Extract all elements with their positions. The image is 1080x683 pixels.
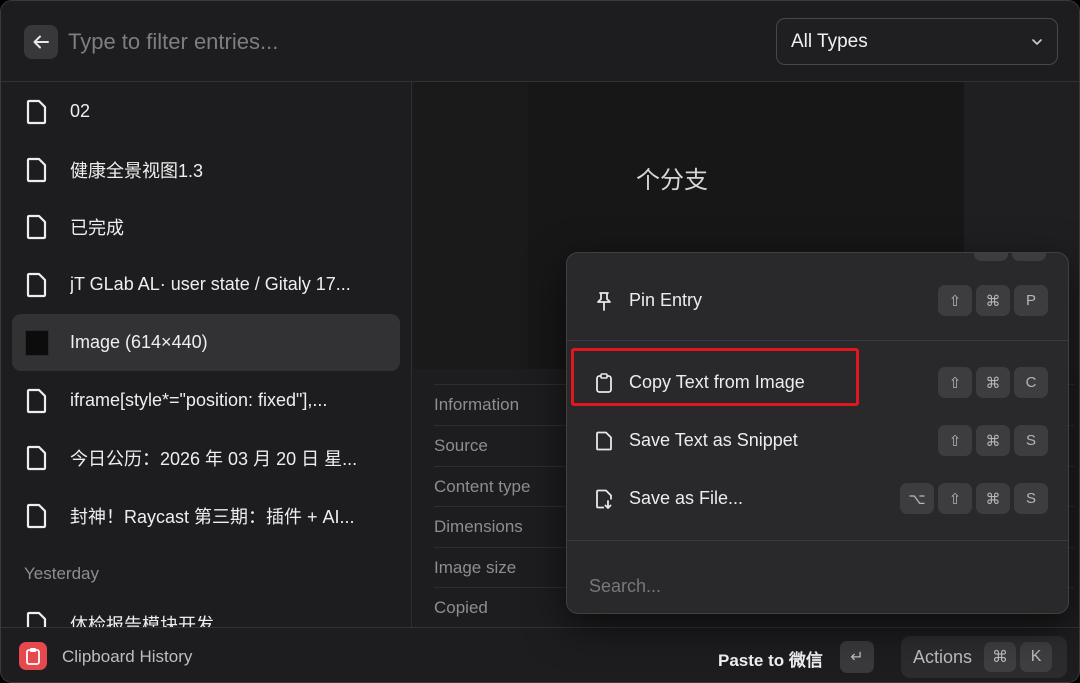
info-key: Copied [434,598,488,617]
letter-key: S [1014,425,1048,456]
list-item-title: iframe[style*="position: fixed"],... [70,390,328,410]
list-item[interactable]: 已完成 [12,198,400,255]
menu-divider [567,340,1068,341]
image-thumbnail-icon [24,329,50,357]
list-item-title: 02 [70,101,91,121]
filter-input[interactable] [68,23,668,61]
chevron-down-icon [1032,38,1042,45]
list-item[interactable]: 02 [12,83,400,140]
preview-text: 个分支 [636,167,708,194]
list-item[interactable]: 今日公历：2026 年 03 月 20 日 星... [12,429,400,486]
list-item[interactable]: 封神！Raycast 第三期：插件 + AI... [12,487,400,544]
list-item[interactable]: jT GLab AL· user state / Gitaly 17... [12,256,400,313]
pin-icon [593,289,615,313]
file-download-icon [593,487,615,511]
shortcut: ⇧ ⌘ S [938,425,1048,456]
document-icon [24,271,50,299]
shift-key: ⇧ [938,425,972,456]
list-item-title: 健康全景视图1.3 [70,160,204,181]
document-icon [24,98,50,126]
list-item-title: 已完成 [70,217,124,238]
list-item-title: 封神！Raycast 第三期：插件 + AI... [70,506,355,527]
list-item[interactable]: 健康全景视图1.3 [12,141,400,198]
document-icon [24,502,50,530]
command-key: ⌘ [976,285,1010,316]
app-name: Clipboard History [62,647,193,666]
info-key: Dimensions [434,517,523,536]
menu-top-hint [974,253,1046,261]
letter-key: P [1014,285,1048,316]
enter-key-icon: ↵ [840,641,874,673]
document-icon [593,429,615,453]
list-item-title: Image (614×440) [70,332,208,352]
list-item-selected[interactable]: Image (614×440) [12,314,400,371]
info-header: Information [434,395,520,414]
option-key: ⌥ [900,483,934,514]
menu-item-label: Save as File... [629,488,744,508]
menu-item-save-as-file[interactable]: Save as File... ⌥ ⇧ ⌘ S [577,474,1060,524]
type-filter-dropdown[interactable]: All Types [776,18,1058,65]
menu-item-label: Save Text as Snippet [629,430,798,450]
preview-margin [413,82,528,369]
menu-search-input[interactable] [589,572,1049,600]
action-menu: Pin Entry ⇧ ⌘ P Copy Text from Image ⇧ ⌘… [566,252,1069,614]
info-key: Content type [434,477,531,496]
top-bar: All Types [1,1,1079,82]
command-key: ⌘ [976,425,1010,456]
shift-key: ⇧ [938,483,972,514]
type-filter-value: All Types [791,30,868,52]
paste-action-button[interactable]: Paste to 微信 [718,646,823,671]
command-key: ⌘ [976,483,1010,514]
list-item-title: 体检报告模块开发 [70,614,214,628]
info-key: Image size [434,558,517,577]
back-button[interactable] [24,25,58,59]
command-key: ⌘ [976,367,1010,398]
list-item-title: jT GLab AL· user state / Gitaly 17... [70,274,351,294]
letter-key: C [1014,367,1048,398]
k-key: K [1020,642,1053,672]
highlight-annotation [571,348,859,406]
document-icon [24,610,50,627]
menu-divider [567,540,1068,541]
list-item[interactable]: iframe[style*="position: fixed"],... [12,372,400,429]
shift-key: ⇧ [938,367,972,398]
bottom-bar: Clipboard History Paste to 微信 ↵ Actions … [1,627,1079,682]
document-icon [24,156,50,184]
shortcut: ⇧ ⌘ C [938,367,1048,398]
list-item-title: 今日公历：2026 年 03 月 20 日 星... [70,448,358,469]
menu-item-save-text-as-snippet[interactable]: Save Text as Snippet ⇧ ⌘ S [577,416,1060,466]
menu-item-pin-entry[interactable]: Pin Entry ⇧ ⌘ P [577,276,1060,326]
entry-list: 02 健康全景视图1.3 已完成 jT GLab AL· user state … [1,82,412,627]
document-icon [24,444,50,472]
section-header-yesterday: Yesterday [24,564,99,583]
clipboard-app-icon [19,642,47,670]
arrow-left-icon [33,35,49,49]
command-key: ⌘ [984,642,1017,672]
document-icon [24,213,50,241]
letter-key: S [1014,483,1048,514]
clipboard-history-window: All Types 02 健康全景视图1.3 已完成 [0,0,1080,683]
info-key: Source [434,436,488,455]
list-item[interactable]: 体检报告模块开发 [12,595,400,627]
actions-button[interactable]: Actions ⌘ K [901,636,1067,678]
menu-item-label: Pin Entry [629,290,703,310]
shortcut: ⌥ ⇧ ⌘ S [900,483,1048,514]
shortcut: ⇧ ⌘ P [938,285,1048,316]
shift-key: ⇧ [938,285,972,316]
document-icon [24,387,50,415]
actions-label: Actions [913,646,973,667]
